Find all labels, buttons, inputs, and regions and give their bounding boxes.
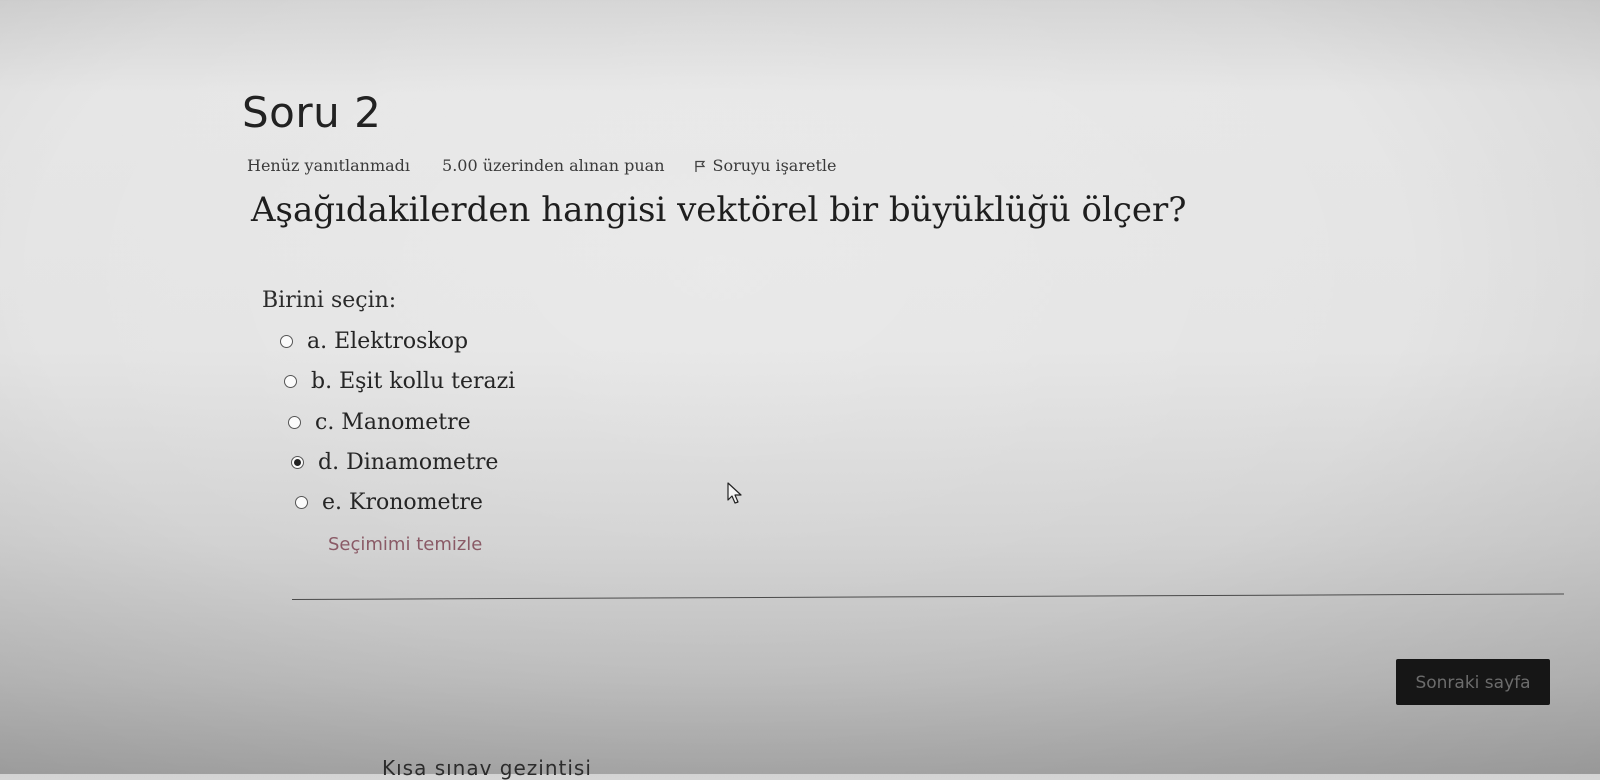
question-grade: 5.00 üzerinden alınan puan bbox=[442, 156, 665, 175]
answer-option-label: a. Elektroskop bbox=[307, 329, 469, 354]
question-state: Henüz yanıtlanmadı bbox=[247, 156, 411, 175]
answer-option-label: b. Eşit kollu terazi bbox=[311, 369, 516, 394]
answer-option-b[interactable]: b. Eşit kollu terazi bbox=[284, 369, 515, 394]
screen-vignette bbox=[0, 0, 1600, 774]
mouse-cursor-icon bbox=[727, 482, 742, 504]
answer-prompt: Birini seçin: bbox=[262, 288, 397, 313]
answer-option-a[interactable]: a. Elektroskop bbox=[280, 329, 468, 354]
answer-option-label: e. Kronometre bbox=[322, 490, 483, 515]
radio-icon[interactable] bbox=[291, 456, 304, 469]
answer-option-c[interactable]: c. Manometre bbox=[288, 410, 471, 435]
flag-question-label: Soruyu işaretle bbox=[712, 156, 837, 175]
flag-question-button[interactable]: Soruyu işaretle bbox=[693, 156, 837, 175]
answer-option-e[interactable]: e. Kronometre bbox=[295, 490, 483, 515]
question-text: Aşağıdakilerden hangisi vektörel bir büy… bbox=[251, 190, 1187, 230]
answer-option-d[interactable]: d. Dinamometre bbox=[291, 450, 498, 475]
flag-icon bbox=[694, 160, 705, 172]
clear-selection-link[interactable]: Seçimimi temizle bbox=[328, 534, 482, 555]
question-info-bar: Henüz yanıtlanmadı 5.00 üzerinden alınan… bbox=[247, 156, 836, 175]
answer-option-label: d. Dinamometre bbox=[318, 450, 499, 475]
radio-icon[interactable] bbox=[280, 335, 293, 348]
radio-icon[interactable] bbox=[295, 496, 308, 509]
next-page-button[interactable]: Sonraki sayfa bbox=[1396, 659, 1550, 705]
radio-icon[interactable] bbox=[288, 416, 301, 429]
question-title: Soru 2 bbox=[242, 88, 382, 137]
quiz-navigation-title: Kısa sınav gezintisi bbox=[382, 756, 592, 780]
section-divider bbox=[291, 593, 1564, 600]
radio-icon[interactable] bbox=[284, 375, 297, 388]
answer-option-label: c. Manometre bbox=[315, 410, 471, 435]
